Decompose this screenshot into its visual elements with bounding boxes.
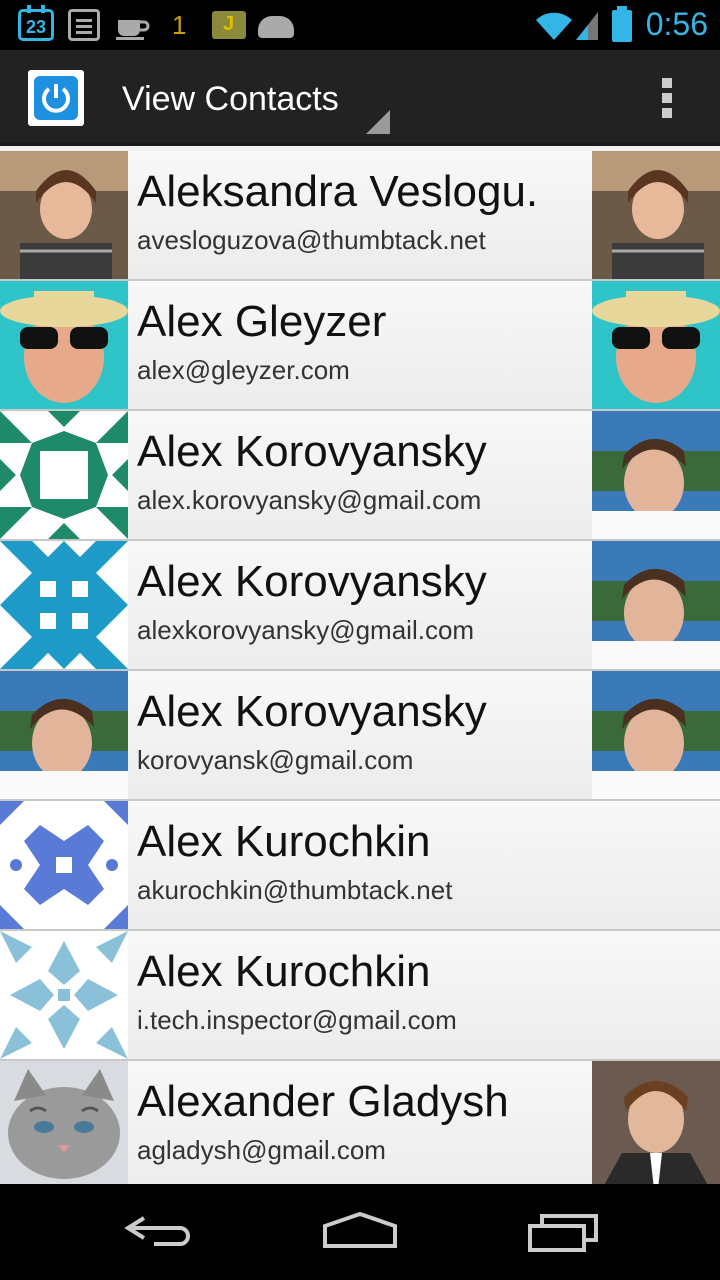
contact-photo bbox=[592, 541, 720, 669]
contact-row[interactable]: Alexander Gladysh agladysh@gmail.com bbox=[0, 1061, 720, 1184]
jorte-icon bbox=[212, 11, 246, 39]
contact-row[interactable]: Alex Kurochkin i.tech.inspector@gmail.com bbox=[0, 931, 720, 1061]
contact-name: Alex Korovyansky bbox=[137, 557, 487, 606]
contact-avatar bbox=[0, 801, 128, 929]
contact-row[interactable]: Alex Kurochkin akurochkin@thumbtack.net bbox=[0, 801, 720, 931]
status-bar: 23 1 0:56 bbox=[0, 0, 720, 50]
home-icon[interactable] bbox=[315, 1204, 405, 1260]
clipboard-icon bbox=[68, 9, 100, 41]
contact-email: alex@gleyzer.com bbox=[137, 355, 350, 385]
contact-email: i.tech.inspector@gmail.com bbox=[137, 1005, 457, 1035]
contact-photo bbox=[592, 1061, 720, 1184]
contact-photo bbox=[592, 671, 720, 799]
android-icon bbox=[258, 16, 294, 38]
coffee-icon bbox=[116, 20, 150, 40]
contact-email: alex.korovyansky@gmail.com bbox=[137, 485, 482, 515]
navigation-bar bbox=[0, 1184, 720, 1280]
contact-name: Alexander Gladysh bbox=[137, 1077, 509, 1126]
contact-email: agladysh@gmail.com bbox=[137, 1135, 386, 1165]
contact-photo bbox=[592, 281, 720, 409]
contact-row[interactable]: Alex Korovyansky korovyansk@gmail.com bbox=[0, 671, 720, 801]
overflow-menu-icon[interactable] bbox=[662, 78, 672, 118]
contact-name: Aleksandra Veslogu. bbox=[137, 167, 539, 216]
calendar-day: 23 bbox=[25, 17, 47, 37]
contact-avatar bbox=[0, 1061, 128, 1184]
clock: 0:56 bbox=[645, 6, 708, 42]
calendar-icon: 23 bbox=[18, 5, 54, 41]
contact-name: Alex Kurochkin bbox=[137, 817, 431, 866]
contact-photo bbox=[592, 151, 720, 279]
contact-avatar bbox=[0, 671, 128, 799]
contact-avatar bbox=[0, 411, 128, 539]
contact-email: korovyansk@gmail.com bbox=[137, 745, 414, 775]
contact-email: akurochkin@thumbtack.net bbox=[137, 875, 453, 905]
contact-email: alexkorovyansky@gmail.com bbox=[137, 615, 475, 645]
contact-row[interactable]: Alex Korovyansky alex.korovyansky@gmail.c… bbox=[0, 411, 720, 541]
signal-icon bbox=[576, 12, 598, 40]
contact-row[interactable]: Alex Korovyansky alexkorovyansky@gmail.co… bbox=[0, 541, 720, 671]
spinner-arrow-icon[interactable] bbox=[366, 110, 390, 134]
battery-charging-icon bbox=[612, 6, 632, 42]
power-icon bbox=[34, 76, 78, 120]
contact-row[interactable]: Alex Gleyzer alex@gleyzer.com bbox=[0, 281, 720, 411]
app-icon[interactable] bbox=[28, 70, 84, 126]
contact-name: Alex Kurochkin bbox=[137, 947, 431, 996]
wifi-icon bbox=[536, 12, 572, 41]
contact-name: Alex Korovyansky bbox=[137, 687, 487, 736]
action-bar: View Contacts bbox=[0, 50, 720, 146]
contact-avatar bbox=[0, 151, 128, 279]
contact-avatar bbox=[0, 541, 128, 669]
contact-avatar bbox=[0, 931, 128, 1059]
contact-row[interactable]: Aleksandra Veslogu. avesloguzova@thumbtac… bbox=[0, 151, 720, 281]
contact-email: avesloguzova@thumbtack.net bbox=[137, 225, 486, 255]
contact-list[interactable]: Aleksandra Veslogu. avesloguzova@thumbtac… bbox=[0, 146, 720, 1184]
contact-name: Alex Korovyansky bbox=[137, 427, 487, 476]
recent-apps-icon[interactable] bbox=[518, 1204, 608, 1260]
contact-name: Alex Gleyzer bbox=[137, 297, 387, 346]
notification-count: 1 bbox=[172, 10, 187, 40]
contact-photo bbox=[592, 411, 720, 539]
contact-avatar bbox=[0, 281, 128, 409]
view-spinner-label[interactable]: View Contacts bbox=[122, 80, 339, 119]
back-icon[interactable] bbox=[114, 1204, 204, 1260]
